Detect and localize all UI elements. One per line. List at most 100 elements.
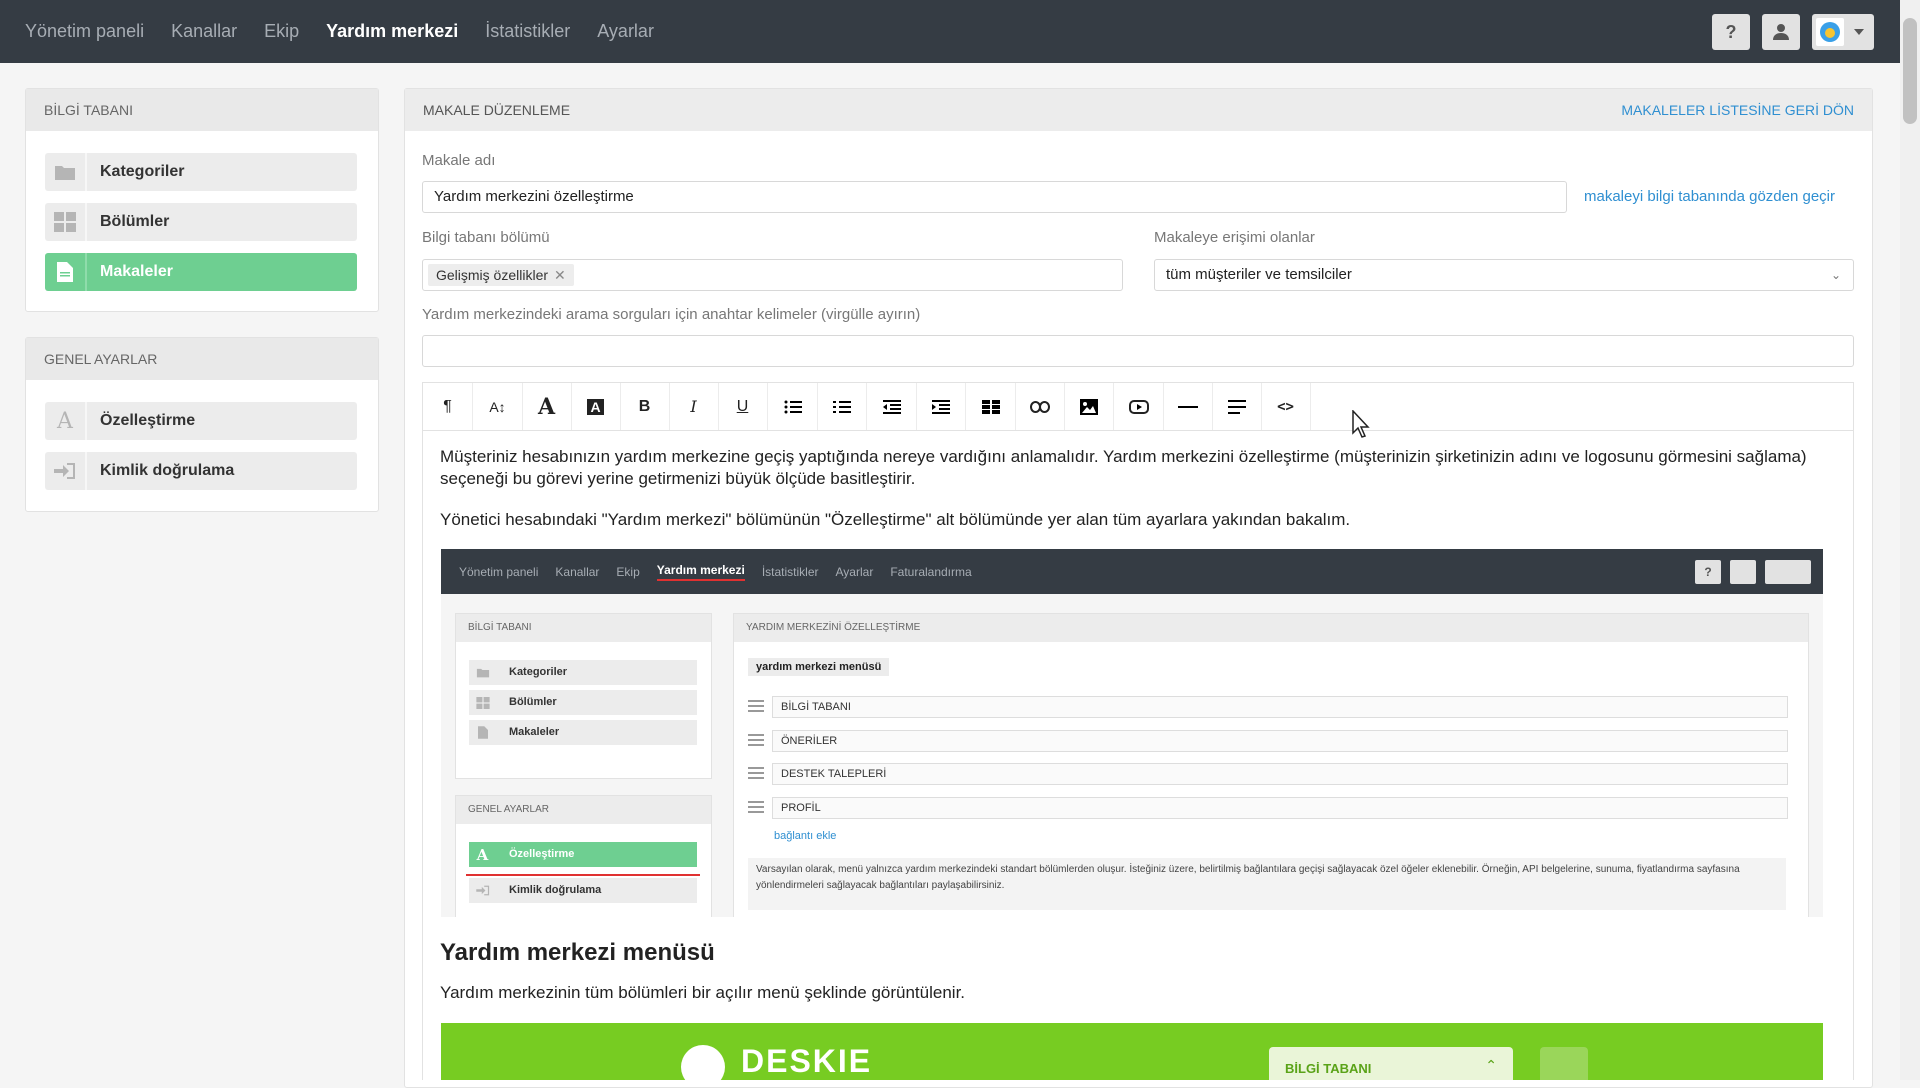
- code-icon[interactable]: <>: [1261, 383, 1311, 430]
- sidebar-item-label: Kategoriler: [100, 163, 185, 180]
- account-menu-button[interactable]: [1812, 14, 1874, 50]
- underline-icon[interactable]: U: [718, 383, 768, 430]
- embedded-sidebar-item: A Özelleştirme: [469, 842, 697, 867]
- nav-team[interactable]: Ekip: [264, 21, 299, 42]
- embedded-navbar: Yönetim paneli Kanallar Ekip Yardım merk…: [441, 549, 1823, 594]
- embedded-customization-panel: YARDIM MERKEZİNİ ÖZELLEŞTİRME yardım mer…: [733, 613, 1809, 917]
- banner-dropdown: BİLGİ TABANI ⌃: [1269, 1047, 1513, 1080]
- editor-content[interactable]: Müşteriniz hesabınızın yardım merkezine …: [422, 430, 1854, 1080]
- highlight-icon[interactable]: A: [571, 383, 621, 430]
- kb-sidebar-title: BİLGİ TABANI: [26, 89, 378, 131]
- paragraph-icon[interactable]: ¶: [423, 383, 473, 430]
- sign-in-icon: [469, 878, 496, 903]
- access-select-value: tüm müşteriler ve temsilciler: [1166, 266, 1352, 283]
- embedded-sidebar-item: Kategoriler: [469, 660, 697, 685]
- indent-icon[interactable]: [916, 383, 966, 430]
- embedded-settings-title: GENEL AYARLAR: [456, 796, 711, 824]
- embedded-nav-item: Ayarlar: [835, 564, 874, 579]
- embedded-screenshot: Yönetim paneli Kanallar Ekip Yardım merk…: [441, 549, 1823, 917]
- kb-section-select[interactable]: Gelişmiş özellikler ✕: [422, 259, 1123, 291]
- video-icon[interactable]: [1114, 383, 1164, 430]
- top-navbar: Yönetim paneli Kanallar Ekip Yardım merk…: [0, 0, 1920, 63]
- sidebar-item-categories[interactable]: Kategoriler: [45, 153, 357, 191]
- bold-icon[interactable]: B: [620, 383, 670, 430]
- sidebar-item-authentication[interactable]: Kimlik doğrulama: [45, 452, 357, 490]
- image-icon[interactable]: [1064, 383, 1114, 430]
- section-tag-label: Gelişmiş özellikler: [436, 267, 549, 283]
- italic-icon[interactable]: I: [669, 383, 719, 430]
- letter-a-icon: A: [476, 845, 489, 864]
- sidebar-item-sections[interactable]: Bölümler: [45, 203, 357, 241]
- nav-help-center[interactable]: Yardım merkezi: [326, 21, 458, 42]
- logo-text: DESKIE: [741, 1043, 873, 1079]
- link-icon[interactable]: [1015, 383, 1065, 430]
- embedded-settings-panel: GENEL AYARLAR A Özelleştirme Kimlik doğru…: [455, 795, 712, 917]
- embedded-nav-item: Yardım merkezi: [656, 563, 745, 581]
- kb-section-label: Bilgi tabanı bölümü: [422, 229, 550, 246]
- font-size-icon[interactable]: A↕: [473, 383, 523, 430]
- folder-icon: [469, 660, 496, 685]
- embedded-sidebar-item: Bölümler: [469, 690, 697, 715]
- embedded-sidebar-label: Kimlik doğrulama: [509, 884, 602, 896]
- access-select[interactable]: tüm müşteriler ve temsilciler ⌄: [1154, 259, 1854, 291]
- main-nav: Yönetim paneli Kanallar Ekip Yardım merk…: [25, 0, 654, 63]
- sign-in-icon: [45, 452, 85, 490]
- article-name-input[interactable]: Yardım merkezini özelleştirme: [422, 181, 1567, 213]
- preview-in-kb-link[interactable]: makaleyi bilgi tabanında gözden geçir: [1584, 188, 1835, 205]
- embedded-sidebar-item: Kimlik doğrulama: [469, 878, 697, 903]
- profile-button[interactable]: [1762, 14, 1800, 50]
- nav-settings[interactable]: Ayarlar: [597, 21, 654, 42]
- logo-icon: [681, 1045, 725, 1080]
- embedded-kb-title: BİLGİ TABANI: [456, 614, 711, 642]
- numbered-list-icon[interactable]: [817, 383, 867, 430]
- kb-sidebar-panel: BİLGİ TABANI Kategoriler Bölümler Makale…: [25, 88, 379, 312]
- editor-paragraph: Müşteriniz hesabınızın yardım merkezine …: [440, 447, 1807, 488]
- section-heading: Yardım merkezi menüsü: [440, 939, 715, 966]
- access-label: Makaleye erişimi olanlar: [1154, 229, 1315, 246]
- settings-sidebar-title: GENEL AYARLAR: [26, 338, 378, 380]
- keywords-input[interactable]: [422, 335, 1854, 367]
- back-to-articles-link[interactable]: MAKALELER LİSTESİNE GERİ DÖN: [1621, 89, 1854, 131]
- close-icon[interactable]: ✕: [554, 267, 566, 283]
- question-icon: ?: [1725, 21, 1737, 42]
- embedded-nav-item: Kanallar: [555, 564, 600, 579]
- embedded-panel-title: YARDIM MERKEZİNİ ÖZELLEŞTİRME: [734, 614, 1808, 642]
- nav-statistics[interactable]: İstatistikler: [485, 21, 570, 42]
- banner-dropdown-label: BİLGİ TABANI: [1285, 1061, 1372, 1076]
- embedded-nav-item: Faturalandırma: [890, 564, 972, 579]
- table-icon[interactable]: [966, 383, 1016, 430]
- font-color-icon[interactable]: A: [522, 383, 572, 430]
- underline-marker: [466, 874, 700, 876]
- embedded-sidebar-label: Özelleştirme: [509, 848, 575, 860]
- outdent-icon[interactable]: [867, 383, 917, 430]
- sidebar-item-customization[interactable]: A Özelleştirme: [45, 402, 357, 440]
- nav-channels[interactable]: Kanallar: [171, 21, 237, 42]
- mouse-cursor-icon: [1352, 410, 1370, 438]
- document-icon: [45, 253, 85, 291]
- document-icon: [469, 720, 496, 745]
- embedded-menu-row: BİLGİ TABANI: [748, 696, 1788, 718]
- scrollbar-thumb[interactable]: [1903, 18, 1917, 124]
- avatar: [1816, 18, 1844, 46]
- bulleted-list-icon[interactable]: [768, 383, 818, 430]
- folder-icon: [45, 153, 85, 191]
- horizontal-rule-icon[interactable]: [1163, 383, 1213, 430]
- align-icon[interactable]: [1212, 383, 1262, 430]
- sign-in-icon: [1540, 1047, 1588, 1080]
- chevron-down-icon: ⌄: [1830, 268, 1841, 282]
- chevron-down-icon: [1854, 29, 1864, 35]
- grid-icon: [469, 690, 496, 715]
- avatar: [1765, 560, 1811, 584]
- page-title: MAKALE DÜZENLEME: [423, 102, 571, 118]
- page-scrollbar[interactable]: [1900, 0, 1920, 1080]
- embedded-menu-row: DESTEK TALEPLERİ: [748, 763, 1788, 785]
- embedded-add-link: bağlantı ekle: [774, 830, 837, 842]
- help-button[interactable]: ?: [1712, 14, 1750, 50]
- embedded-menu-row: PROFİL: [748, 797, 1788, 819]
- panel-header: MAKALE DÜZENLEME MAKALELER LİSTESİNE GER…: [405, 89, 1872, 131]
- embedded-sidebar-label: Bölümler: [509, 696, 557, 708]
- nav-dashboard[interactable]: Yönetim paneli: [25, 21, 144, 42]
- embedded-menu-field: PROFİL: [772, 797, 1788, 819]
- sidebar-item-articles[interactable]: Makaleler: [45, 253, 357, 291]
- settings-sidebar-panel: GENEL AYARLAR A Özelleştirme Kimlik doğr…: [25, 337, 379, 512]
